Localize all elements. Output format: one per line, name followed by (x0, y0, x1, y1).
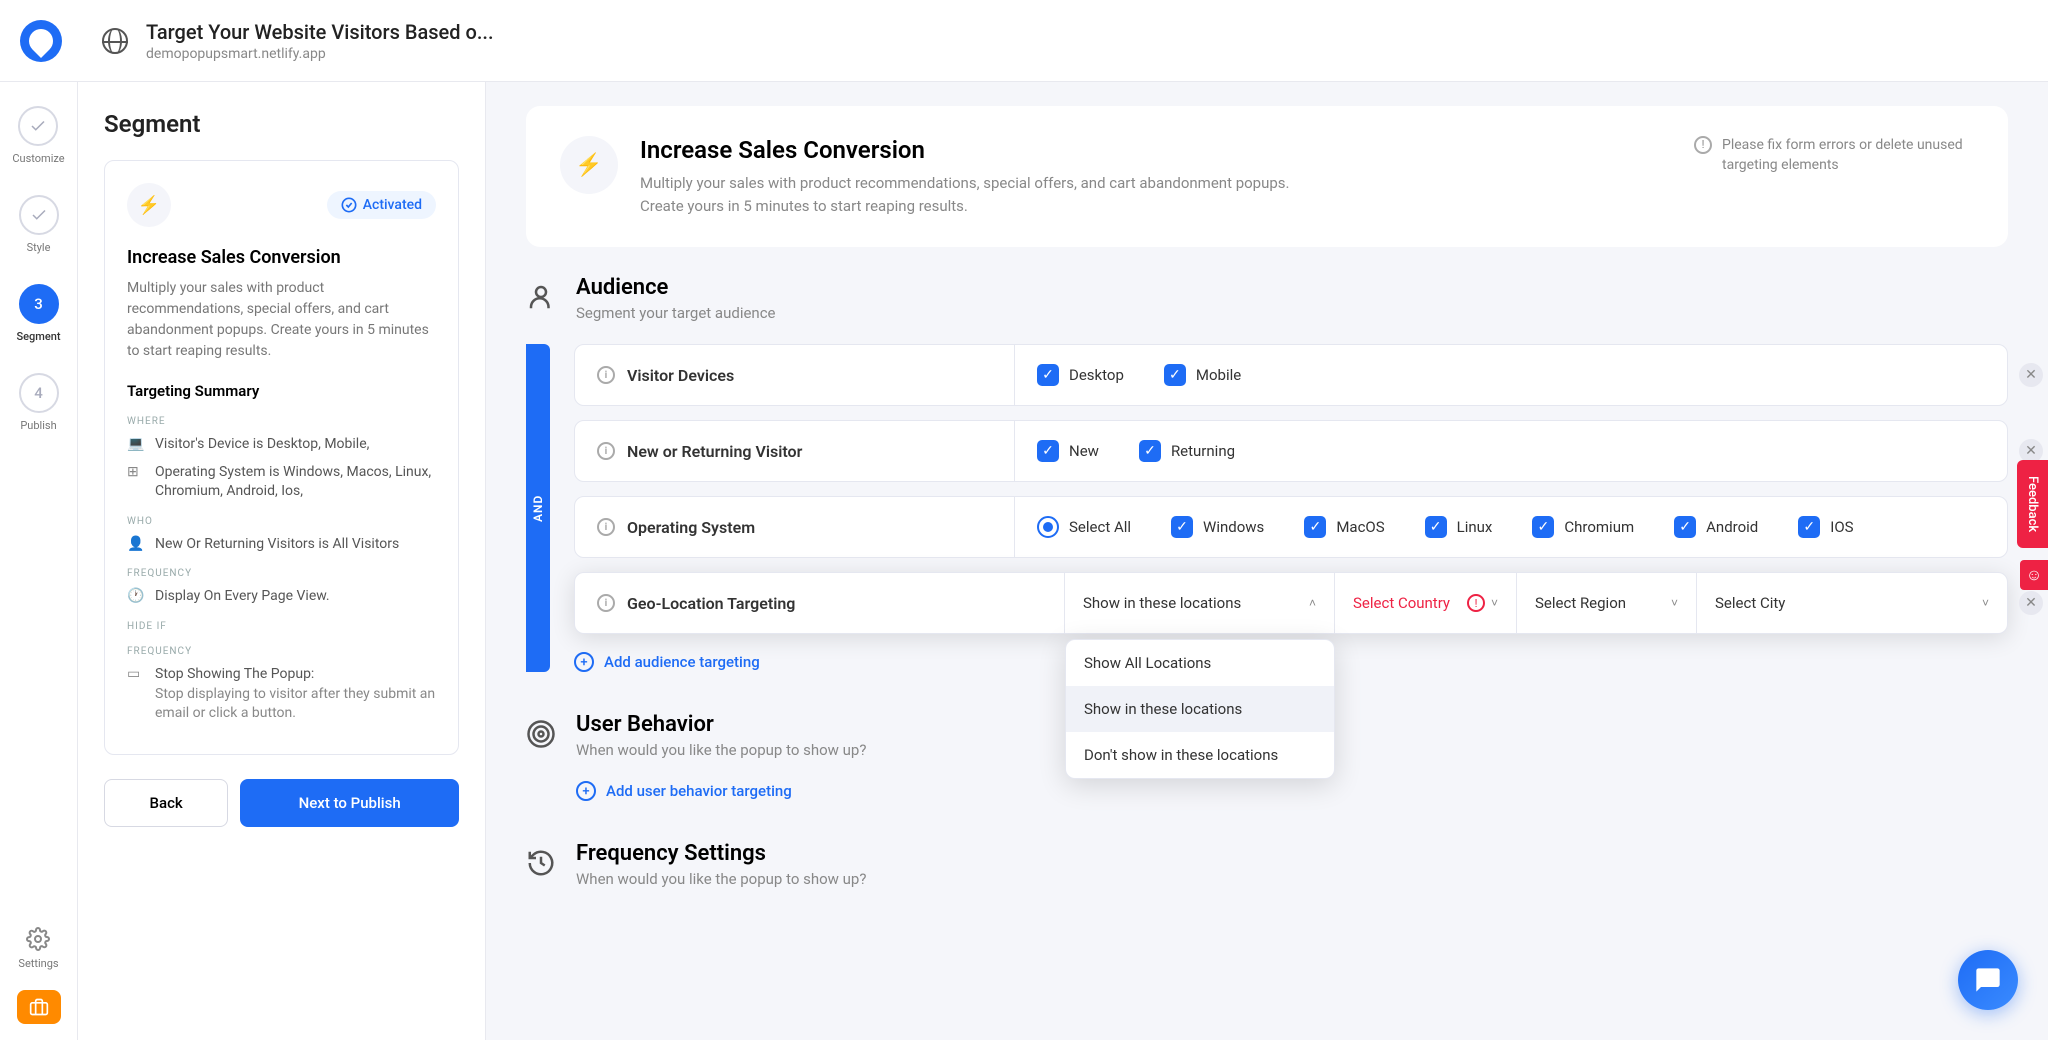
frequency-header: Frequency Settings When would you like t… (526, 841, 2008, 888)
who-label: WHO (127, 516, 436, 527)
chk-new[interactable]: ✓New (1037, 440, 1099, 462)
chk-macos[interactable]: ✓MacOS (1304, 516, 1384, 538)
app-logo[interactable] (20, 20, 62, 62)
summary-who-1: 👤New Or Returning Visitors is All Visito… (127, 535, 436, 555)
chk-linux[interactable]: ✓Linux (1425, 516, 1493, 538)
hero-desc: Multiply your sales with product recomme… (640, 172, 1320, 217)
topbar: Target Your Website Visitors Based o... … (0, 0, 2048, 82)
geo-country-select[interactable]: Select Country!˅ (1335, 573, 1517, 633)
main-content: ⚡ Increase Sales Conversion Multiply you… (486, 82, 2048, 1040)
rail-style[interactable]: Style (19, 195, 59, 254)
laptop-icon: 💻 (127, 435, 145, 455)
geo-show-dropdown: Show All Locations Show in these locatio… (1065, 639, 1335, 779)
chat-bubble[interactable] (1958, 950, 2018, 1010)
dropdown-opt-all[interactable]: Show All Locations (1066, 640, 1334, 686)
summary-where-2: ⊞Operating System is Windows, Macos, Lin… (127, 463, 436, 502)
info-icon[interactable]: i (597, 594, 615, 612)
chk-android[interactable]: ✓Android (1674, 516, 1758, 538)
chk-returning[interactable]: ✓Returning (1139, 440, 1235, 462)
radio-select-all[interactable]: Select All (1037, 516, 1131, 538)
next-button[interactable]: Next to Publish (240, 779, 459, 827)
history-icon (526, 848, 558, 882)
chevron-down-icon: ˅ (1671, 596, 1678, 610)
bolt-icon: ⚡ (127, 183, 171, 227)
page-title-block: Target Your Website Visitors Based o... … (146, 20, 494, 62)
card-title: Increase Sales Conversion (127, 247, 436, 268)
and-bar: AND (526, 344, 550, 672)
dropdown-opt-show-in[interactable]: Show in these locations (1066, 686, 1334, 732)
geo-region-select[interactable]: Select Region˅ (1517, 573, 1697, 633)
left-rail: Customize Style 3 Segment 4 Publish Sett… (0, 82, 78, 1040)
remove-rule-button[interactable]: ✕ (2019, 363, 2043, 387)
panel-heading: Segment (104, 110, 459, 138)
geo-city-select[interactable]: Select City˅ (1697, 573, 2007, 633)
chk-windows[interactable]: ✓Windows (1171, 516, 1264, 538)
rule-os: iOperating System Select All ✓Windows ✓M… (574, 496, 2008, 558)
bolt-icon: ⚡ (560, 136, 618, 194)
hero-title: Increase Sales Conversion (640, 136, 1320, 164)
summary-hide-1: ▭Stop Showing The Popup:Stop displaying … (127, 665, 436, 724)
summary-where-1: 💻Visitor's Device is Desktop, Mobile, (127, 435, 436, 455)
geo-show-select[interactable]: Show in these locations˄ (1065, 573, 1335, 633)
chat-icon (1974, 966, 2002, 994)
info-icon[interactable]: i (597, 518, 615, 536)
chk-mobile[interactable]: ✓Mobile (1164, 364, 1241, 386)
info-icon[interactable]: i (597, 442, 615, 460)
rule-new-returning: iNew or Returning Visitor ✓New ✓Returnin… (574, 420, 2008, 482)
chevron-down-icon: ˅ (1982, 596, 1989, 610)
gear-icon (26, 927, 50, 951)
left-panel: Segment ⚡ Activated Increase Sales Conve… (78, 82, 486, 1040)
feedback-smiley[interactable]: ☺ (2020, 560, 2048, 590)
page-title: Target Your Website Visitors Based o... (146, 20, 494, 44)
rule-visitor-devices: iVisitor Devices ✓Desktop ✓Mobile ✕ (574, 344, 2008, 406)
chevron-down-icon: ˅ (1491, 596, 1498, 610)
rail-settings[interactable]: Settings (18, 927, 58, 970)
remove-rule-button[interactable]: ✕ (2019, 591, 2043, 615)
add-behavior-link[interactable]: + Add user behavior targeting (576, 781, 2008, 801)
chk-ios[interactable]: ✓IOS (1798, 516, 1853, 538)
rail-briefcase[interactable] (17, 990, 61, 1024)
activated-badge: Activated (327, 191, 436, 219)
popup-icon: ▭ (127, 665, 145, 685)
hero-card: ⚡ Increase Sales Conversion Multiply you… (526, 106, 2008, 247)
rail-segment[interactable]: 3 Segment (16, 284, 60, 343)
warning-icon: ! (1694, 136, 1712, 154)
where-label: WHERE (127, 416, 436, 427)
info-icon[interactable]: i (597, 366, 615, 384)
hero-warning: ! Please fix form errors or delete unuse… (1694, 136, 1974, 175)
freq2-label: FREQUENCY (127, 646, 436, 657)
os-icon: ⊞ (127, 463, 145, 483)
chk-desktop[interactable]: ✓Desktop (1037, 364, 1124, 386)
freq-label: FREQUENCY (127, 568, 436, 579)
rail-publish[interactable]: 4 Publish (19, 373, 59, 432)
plus-circle-icon: + (574, 652, 594, 672)
chevron-up-icon: ˄ (1309, 596, 1316, 610)
globe-icon (102, 28, 128, 54)
rule-geo: iGeo-Location Targeting Show in these lo… (574, 572, 2008, 634)
audience-header: Audience Segment your target audience (526, 275, 2008, 322)
card-desc: Multiply your sales with product recomme… (127, 278, 436, 362)
rail-customize[interactable]: Customize (12, 106, 64, 165)
person-icon (526, 282, 558, 316)
back-button[interactable]: Back (104, 779, 228, 827)
dropdown-opt-dont-show[interactable]: Don't show in these locations (1066, 732, 1334, 778)
check-circle-icon (341, 197, 357, 213)
hide-label: HIDE IF (127, 621, 436, 632)
warning-icon: ! (1467, 594, 1485, 612)
plus-circle-icon: + (576, 781, 596, 801)
segment-card: ⚡ Activated Increase Sales Conversion Mu… (104, 160, 459, 755)
clock-icon: 🕐 (127, 587, 145, 607)
feedback-tab[interactable]: Feedback (2017, 460, 2048, 548)
chk-chromium[interactable]: ✓Chromium (1532, 516, 1634, 538)
targeting-summary-heading: Targeting Summary (127, 382, 436, 400)
briefcase-icon (29, 997, 49, 1017)
summary-freq-1: 🕐Display On Every Page View. (127, 587, 436, 607)
page-subtitle: demopopupsmart.netlify.app (146, 46, 494, 62)
person-icon: 👤 (127, 535, 145, 555)
target-icon (526, 719, 558, 753)
